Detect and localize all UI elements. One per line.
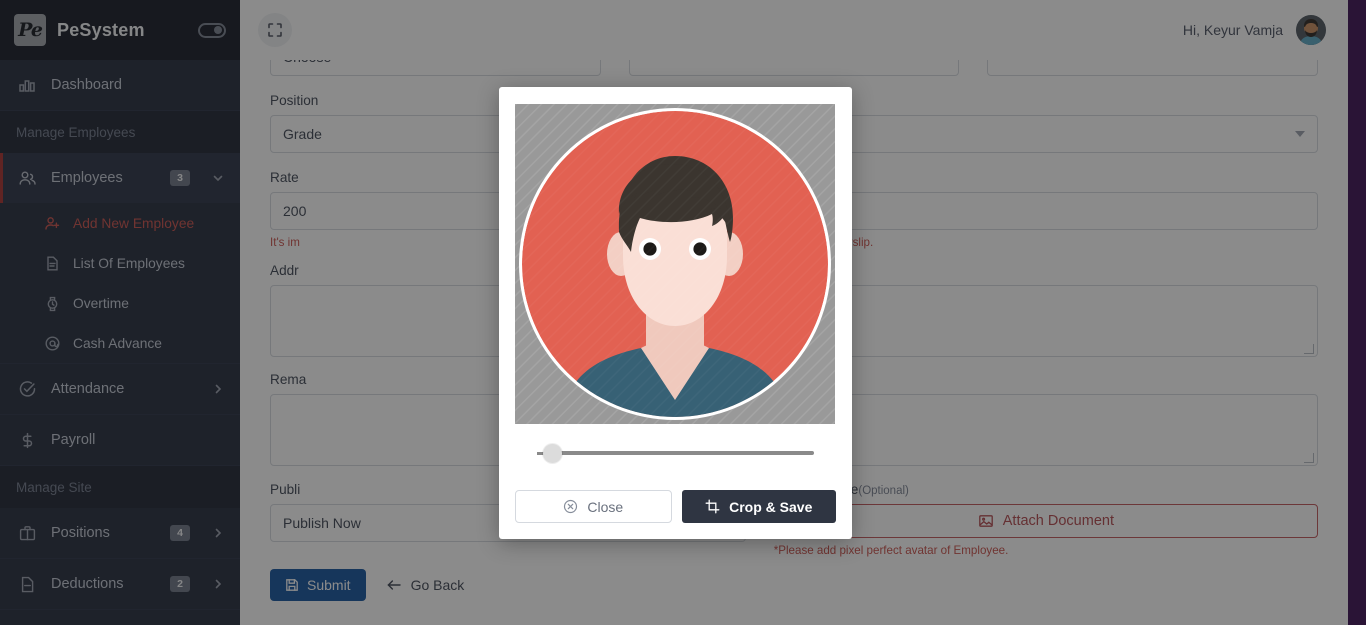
zoom-slider[interactable]	[537, 442, 814, 464]
crop-icon	[705, 499, 720, 514]
close-label: Close	[587, 498, 624, 515]
modal-actions: Close Crop & Save	[515, 490, 836, 523]
crop-and-save-button[interactable]: Crop & Save	[681, 490, 836, 523]
slider-track	[545, 451, 814, 455]
employee-avatar-image	[515, 104, 835, 424]
crop-image-modal: Close Crop & Save	[499, 87, 852, 539]
close-circle-icon	[563, 499, 578, 514]
slider-knob[interactable]	[543, 443, 562, 463]
crop-preview-stage[interactable]	[515, 104, 835, 424]
close-button[interactable]: Close	[515, 490, 672, 523]
app-root: Hi, Keyur Vamja Pe PeSystem	[0, 0, 1366, 625]
zoom-slider-wrap	[515, 424, 836, 464]
crop-label: Crop & Save	[729, 498, 813, 515]
